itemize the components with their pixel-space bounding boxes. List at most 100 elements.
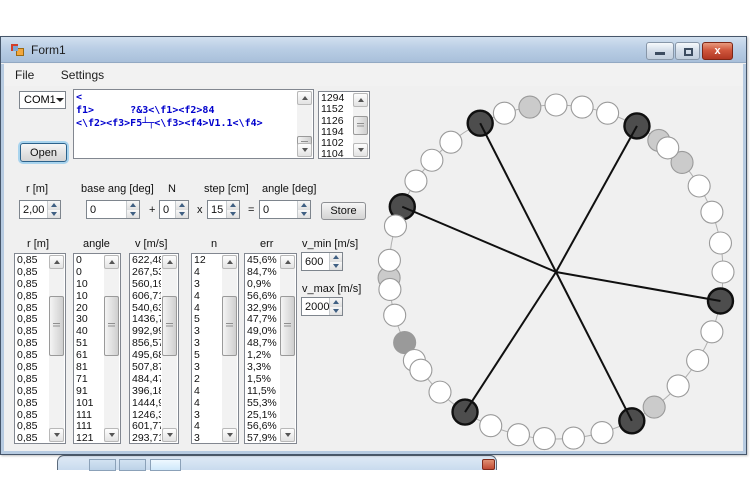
err-list-scrollbar[interactable] (280, 255, 295, 442)
list-item[interactable]: f1> ?&3<\f1><f2>84 (76, 104, 296, 117)
scroll-up-button[interactable] (49, 255, 64, 269)
n-list-scrollbar[interactable] (222, 255, 237, 442)
list-item[interactable]: 101 (76, 398, 103, 410)
v-max-input[interactable]: 2000 (302, 298, 329, 315)
list-item[interactable]: <\f2><f3>F5┴┬<\f3><f4>V1.1<\f4> (76, 117, 296, 130)
v-listbox[interactable]: 622,48267,53560,19606,71540,631436,7992,… (129, 253, 179, 444)
list-item[interactable]: 0,85 (17, 433, 48, 443)
r-list-scrollbar[interactable] (49, 255, 64, 442)
list-item[interactable]: < (76, 91, 296, 104)
list-item[interactable]: 0,85 (17, 374, 48, 386)
ring-dot (545, 94, 567, 116)
list-item[interactable]: 55,3% (247, 398, 279, 410)
scroll-down-button[interactable] (280, 428, 295, 442)
scrollbar-thumb[interactable] (162, 296, 177, 356)
r-input[interactable]: 2,00 (20, 201, 47, 218)
list-item[interactable]: 4 (194, 398, 221, 410)
list-item[interactable]: 11,5% (247, 386, 279, 398)
terminal-scrollbar[interactable] (297, 91, 312, 157)
step-input[interactable]: 15 (208, 201, 226, 218)
step-updown[interactable]: 15 (207, 200, 240, 219)
scroll-down-button[interactable] (222, 428, 237, 442)
scroll-up-button[interactable] (280, 255, 295, 269)
list-item[interactable]: 0,85 (17, 398, 48, 410)
list-item[interactable]: 121 (76, 433, 103, 443)
n-updown[interactable]: 0 (159, 200, 189, 219)
v-min-spinner[interactable] (329, 253, 342, 270)
list-item[interactable]: 10 (76, 291, 103, 303)
angle-input[interactable]: 0 (260, 201, 297, 218)
menu-file[interactable]: File (4, 64, 45, 82)
scrollbar-thumb[interactable] (280, 296, 295, 356)
list-item[interactable]: 267,53 (132, 267, 161, 279)
v-max-spinner[interactable] (329, 298, 342, 315)
angle-listbox[interactable]: 0010102030405161817191101111111121 (73, 253, 121, 444)
open-button[interactable]: Open (20, 143, 67, 162)
scroll-up-button[interactable] (297, 91, 312, 105)
base-ang-spinner[interactable] (126, 201, 139, 218)
list-item[interactable]: 4 (194, 291, 221, 303)
scrollbar-thumb[interactable] (104, 296, 119, 356)
scroll-down-button[interactable] (297, 143, 312, 157)
step-spinner[interactable] (226, 201, 239, 218)
list-item[interactable]: 3 (194, 433, 221, 443)
list-item[interactable]: 606,71 (132, 291, 161, 303)
scroll-up-button[interactable] (222, 255, 237, 269)
list-item[interactable]: 3 (194, 279, 221, 291)
list-item[interactable]: 1104 (321, 149, 352, 158)
r-updown[interactable]: 2,00 (19, 200, 61, 219)
list-item[interactable]: 0,85 (17, 291, 48, 303)
list-item[interactable]: 10 (76, 279, 103, 291)
scroll-up-button[interactable] (104, 255, 119, 269)
menu-settings[interactable]: Settings (50, 64, 115, 82)
list-item[interactable]: 4 (194, 267, 221, 279)
n-input[interactable]: 0 (160, 201, 175, 218)
r-spinner[interactable] (47, 201, 60, 218)
list-item[interactable]: 4 (194, 386, 221, 398)
list-item[interactable]: 0,85 (17, 267, 48, 279)
err-listbox[interactable]: 45,6%84,7%0,9%56,6%32,9%47,7%49,0%48,7%1… (244, 253, 297, 444)
list-item[interactable]: 56,6% (247, 291, 279, 303)
list-item[interactable]: 484,47 (132, 374, 161, 386)
close-button[interactable]: x (702, 42, 733, 60)
scroll-up-button[interactable] (162, 255, 177, 269)
list-item[interactable]: 1,5% (247, 374, 279, 386)
angle-spinner[interactable] (297, 201, 310, 218)
scroll-down-button[interactable] (104, 428, 119, 442)
spoke-line (480, 123, 556, 272)
v-list-scrollbar[interactable] (162, 255, 177, 442)
angle-list-scrollbar[interactable] (104, 255, 119, 442)
scrollbar-thumb[interactable] (222, 296, 237, 356)
n-spinner[interactable] (175, 201, 188, 218)
list-item[interactable]: 0,9% (247, 279, 279, 291)
list-item[interactable]: 2 (194, 374, 221, 386)
v-min-input[interactable]: 600 (302, 253, 329, 270)
list-item[interactable]: 91 (76, 386, 103, 398)
list-item[interactable]: 1152 (321, 104, 352, 115)
list-item[interactable]: 71 (76, 374, 103, 386)
scroll-down-button[interactable] (162, 428, 177, 442)
list-item[interactable]: 84,7% (247, 267, 279, 279)
list-item[interactable]: 0 (76, 267, 103, 279)
scrollbar-thumb[interactable] (49, 296, 64, 356)
list-item[interactable]: 57,9% (247, 433, 279, 443)
list-item[interactable]: 560,19 (132, 279, 161, 291)
angle-updown[interactable]: 0 (259, 200, 311, 219)
base-ang-input[interactable]: 0 (87, 201, 126, 218)
list-item[interactable]: 293,71 (132, 433, 161, 443)
v-max-updown[interactable]: 2000 (301, 297, 343, 316)
com-port-select[interactable]: COM1 (19, 91, 66, 109)
minimize-button[interactable] (646, 42, 674, 60)
maximize-button[interactable] (675, 42, 700, 60)
title-bar[interactable]: Form1 x (1, 37, 746, 63)
list-item[interactable]: 1444,9 (132, 398, 161, 410)
list-item[interactable]: 0,85 (17, 279, 48, 291)
scroll-down-button[interactable] (49, 428, 64, 442)
n-listbox[interactable]: 12434453353244343 (191, 253, 239, 444)
list-item[interactable]: 396,18 (132, 386, 161, 398)
v-min-updown[interactable]: 600 (301, 252, 343, 271)
r-listbox[interactable]: 0,850,850,850,850,850,850,850,850,850,85… (14, 253, 66, 444)
list-item[interactable]: 0,85 (17, 386, 48, 398)
serial-terminal[interactable]: <f1> ?&3<\f1><f2>84<\f2><f3>F5┴┬<\f3><f4… (73, 89, 314, 159)
base-ang-updown[interactable]: 0 (86, 200, 140, 219)
